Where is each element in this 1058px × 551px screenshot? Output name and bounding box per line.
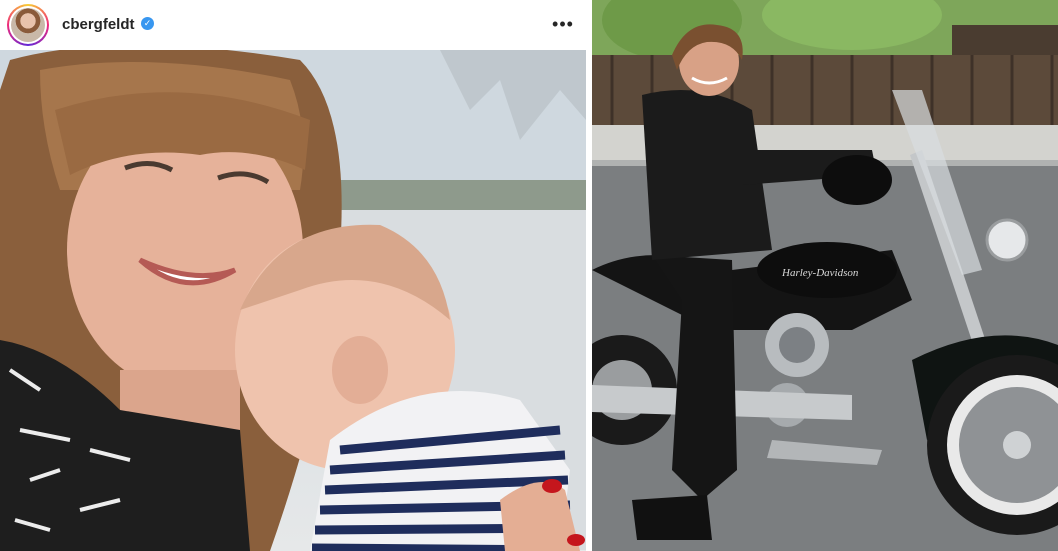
profile-avatar[interactable] [7, 4, 49, 46]
post-photo [0, 50, 586, 551]
verified-badge-icon: ✓ [141, 17, 154, 30]
svg-text:Harley-Davidson: Harley-Davidson [781, 267, 859, 279]
avatar-photo [11, 8, 45, 42]
more-options-icon[interactable]: ••• [548, 13, 578, 35]
photo-divider [586, 50, 589, 551]
motorcycle-scene: Harley-Davidson [592, 0, 1058, 551]
photo-woman-on-motorcycle: Harley-Davidson [592, 0, 1058, 551]
post-header: cbergfeldt ✓ ••• [0, 0, 589, 50]
post-username[interactable]: cbergfeldt [62, 16, 135, 33]
photo-woman-with-baby [0, 50, 586, 551]
instagram-post: cbergfeldt ✓ ••• [0, 0, 589, 551]
